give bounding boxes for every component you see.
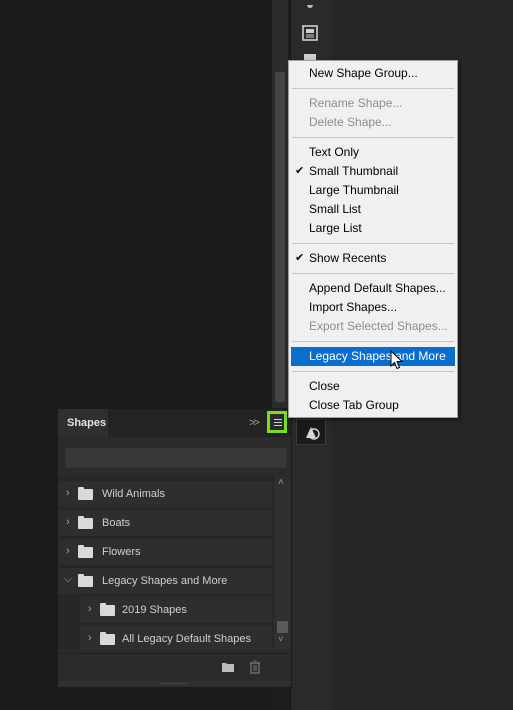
list-item[interactable]: › 2019 Shapes: [80, 597, 272, 623]
panel-footer: [58, 653, 291, 680]
menu-item-legacy-shapes-and-more[interactable]: Legacy Shapes and More: [291, 347, 455, 366]
menu-item-large-list[interactable]: Large List: [289, 219, 457, 238]
folder-open-icon: [78, 574, 93, 587]
checkmark-icon: ✔: [295, 165, 305, 177]
menu-item-close[interactable]: Close: [289, 377, 457, 396]
folder-icon: [100, 603, 115, 616]
menu-separator: [292, 88, 454, 89]
list-item[interactable]: › Wild Animals: [58, 481, 272, 507]
chevron-down-icon[interactable]: ˅: [278, 634, 283, 644]
menu-item-export-selected-shapes: Export Selected Shapes...: [309, 319, 448, 333]
dock-icon-top-partial[interactable]: [301, 0, 319, 8]
shapes-search-input[interactable]: [65, 447, 287, 468]
menu-item-close-tab-group[interactable]: Close Tab Group: [289, 396, 457, 415]
scrollbar-thumb[interactable]: [277, 621, 288, 633]
chevron-right-icon[interactable]: ›: [88, 632, 92, 644]
list-item[interactable]: › Boats: [58, 510, 272, 536]
double-chevron-right-icon[interactable]: >>: [249, 417, 260, 429]
group-name: Wild Animals: [102, 488, 165, 500]
panel-menu-button[interactable]: [267, 411, 287, 433]
menu-item-small-thumbnail[interactable]: ✔ Small Thumbnail: [289, 162, 457, 181]
chevron-right-icon[interactable]: ›: [66, 516, 70, 528]
list-item[interactable]: › Flowers: [58, 539, 272, 565]
new-group-folder-icon[interactable]: [221, 661, 235, 673]
group-name: Flowers: [102, 546, 141, 558]
menu-item-large-thumbnail[interactable]: Large Thumbnail: [289, 181, 457, 200]
group-name: Boats: [102, 517, 131, 529]
menu-separator: [292, 137, 454, 138]
menu-separator: [292, 371, 454, 372]
checkmark-icon: ✔: [295, 252, 305, 264]
shapes-history-button[interactable]: [296, 419, 326, 445]
panel-header: Shapes >>: [58, 409, 291, 437]
folder-icon: [78, 516, 93, 529]
group-name: 2019 Shapes: [122, 604, 187, 616]
folder-icon: [78, 545, 93, 558]
menu-separator: [292, 341, 454, 342]
chevron-right-icon[interactable]: ›: [66, 487, 70, 499]
menu-item-import-shapes[interactable]: Import Shapes...: [289, 298, 457, 317]
canvas-vertical-scrollbar[interactable]: [272, 0, 288, 410]
chevron-right-icon[interactable]: ›: [66, 545, 70, 557]
menu-item-new-shape-group[interactable]: New Shape Group...: [289, 64, 457, 83]
list-item[interactable]: ⌵ Legacy Shapes and More: [58, 568, 272, 594]
mouse-cursor-icon: [390, 350, 404, 370]
shapes-panel-menu: New Shape Group... Rename Shape... Delet…: [288, 60, 458, 418]
chevron-right-icon[interactable]: ›: [88, 603, 92, 615]
menu-item-text-only[interactable]: Text Only: [289, 143, 457, 162]
folder-icon: [78, 487, 93, 500]
scrollbar-thumb[interactable]: [275, 72, 285, 402]
menu-separator: [292, 243, 454, 244]
list-item[interactable]: › All Legacy Default Shapes: [80, 626, 272, 649]
shapes-list-scrollbar[interactable]: ˄ ˅: [274, 477, 291, 649]
menu-separator: [292, 273, 454, 274]
trash-icon[interactable]: [249, 660, 261, 674]
panel-icon[interactable]: [301, 24, 319, 42]
shapes-history-icon: [306, 427, 320, 440]
folder-icon: [100, 632, 115, 645]
menu-item-rename-shape: Rename Shape...: [309, 96, 403, 110]
menu-item-small-list[interactable]: Small List: [289, 200, 457, 219]
chevron-up-icon[interactable]: ˄: [278, 477, 284, 488]
group-name: Legacy Shapes and More: [102, 575, 228, 587]
menu-item-delete-shape: Delete Shape...: [309, 115, 392, 129]
group-name: All Legacy Default Shapes: [122, 633, 252, 645]
menu-item-append-default-shapes[interactable]: Append Default Shapes...: [289, 279, 457, 298]
chevron-down-icon[interactable]: ⌵: [64, 573, 72, 586]
tab-shapes[interactable]: Shapes: [58, 409, 108, 437]
menu-item-show-recents[interactable]: ✔ Show Recents: [289, 249, 457, 268]
shapes-panel: Shapes >> › Wild Animals › Boats › Flowe…: [57, 408, 292, 688]
panel-resize-grip[interactable]: [58, 681, 291, 687]
tab-label: Shapes: [67, 417, 107, 429]
